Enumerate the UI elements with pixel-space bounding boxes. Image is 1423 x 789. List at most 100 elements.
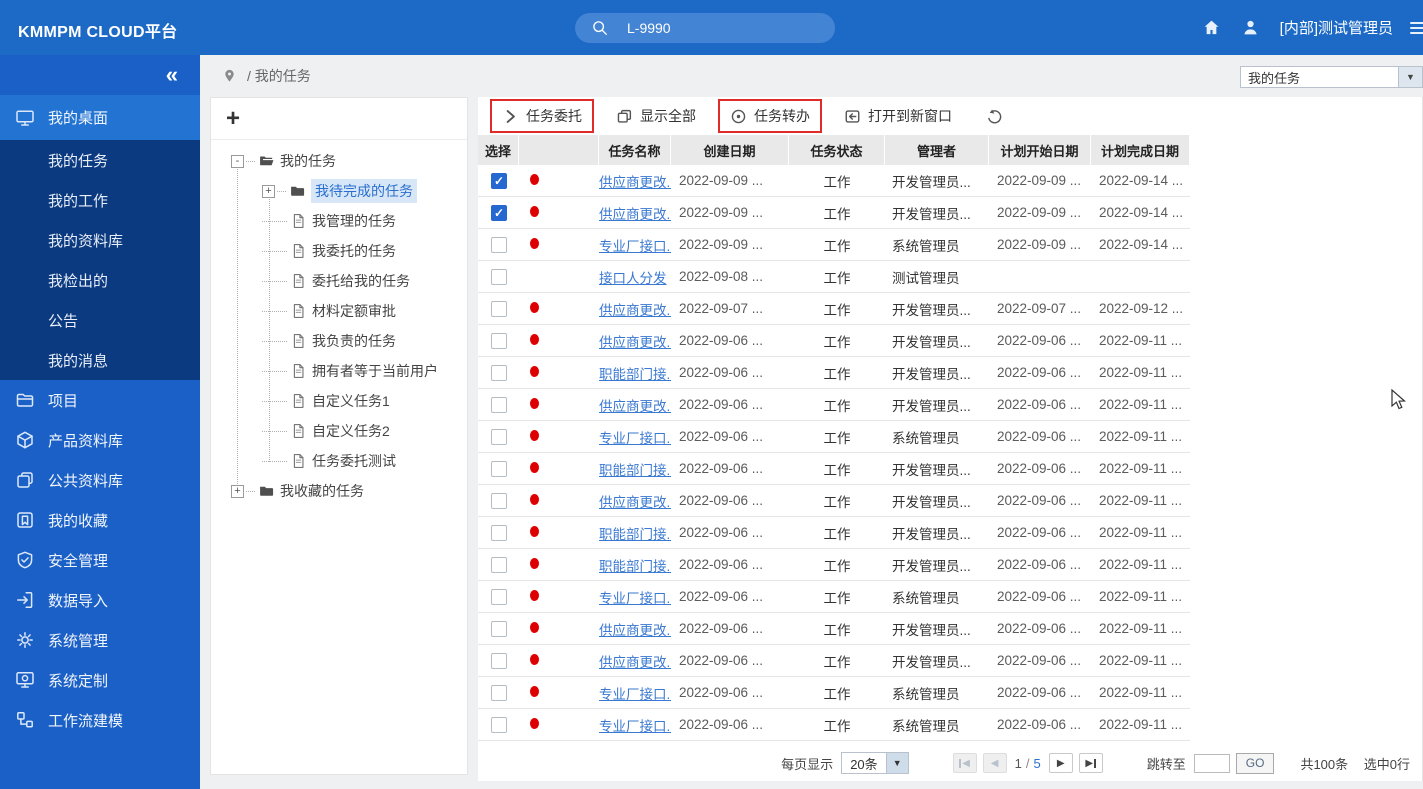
task-name-link[interactable]: 专业厂接口...: [599, 239, 671, 254]
undo-button[interactable]: [974, 101, 1015, 132]
col-plan-end[interactable]: 计划完成日期: [1091, 135, 1190, 165]
row-checkbox[interactable]: [491, 717, 507, 733]
tree-node[interactable]: 自定义任务1: [211, 386, 467, 416]
col-created[interactable]: 创建日期: [671, 135, 789, 165]
row-checkbox[interactable]: [491, 685, 507, 701]
last-page-button[interactable]: ▶: [1079, 753, 1103, 773]
tree-node[interactable]: 我委托的任务: [211, 236, 467, 266]
task-name-link[interactable]: 专业厂接口...: [599, 719, 671, 734]
task-name-link[interactable]: 供应商更改...: [599, 655, 671, 670]
row-checkbox[interactable]: [491, 301, 507, 317]
view-selector-dropdown[interactable]: 我的任务 ▼: [1240, 66, 1423, 88]
sidebar-item-monitor-gear[interactable]: 系统定制: [0, 660, 200, 700]
search-input[interactable]: L-9990: [627, 20, 671, 36]
task-name-link[interactable]: 专业厂接口...: [599, 591, 671, 606]
table-row: 职能部门接... 2022-09-06 ... 工作 开发管理员... 2022…: [478, 357, 1190, 389]
task-name-link[interactable]: 职能部门接...: [599, 367, 671, 382]
prev-page-button[interactable]: ◀: [983, 753, 1007, 773]
row-checkbox[interactable]: [491, 525, 507, 541]
sidebar-subitem-2[interactable]: 我的资料库: [0, 220, 200, 260]
tree-node[interactable]: + 我待完成的任务: [211, 176, 467, 206]
col-status[interactable]: 任务状态: [789, 135, 885, 165]
row-checkbox[interactable]: [491, 205, 507, 221]
col-plan-start[interactable]: 计划开始日期: [989, 135, 1091, 165]
task-name-link[interactable]: 职能部门接...: [599, 559, 671, 574]
sidebar-subitem-0[interactable]: 我的任务: [0, 140, 200, 180]
tree-node[interactable]: - 我的任务: [211, 146, 467, 176]
task-name-link[interactable]: 供应商更改...: [599, 303, 671, 318]
row-checkbox[interactable]: [491, 365, 507, 381]
sidebar-item-bookmark[interactable]: 我的收藏: [0, 500, 200, 540]
sidebar-item-workflow[interactable]: 工作流建模: [0, 700, 200, 740]
tree-node[interactable]: 委托给我的任务: [211, 266, 467, 296]
row-checkbox[interactable]: [491, 237, 507, 253]
tree-expander[interactable]: +: [231, 485, 244, 498]
task-name-link[interactable]: 接口人分发: [599, 271, 667, 286]
row-checkbox[interactable]: [491, 429, 507, 445]
collapse-left-icon[interactable]: «: [166, 64, 178, 86]
sidebar-item-shield[interactable]: 安全管理: [0, 540, 200, 580]
per-page-dropdown[interactable]: 20条 ▼: [841, 752, 908, 774]
row-checkbox[interactable]: [491, 269, 507, 285]
row-checkbox[interactable]: [491, 557, 507, 573]
row-checkbox[interactable]: [491, 333, 507, 349]
sidebar-item-stack[interactable]: 公共资料库: [0, 460, 200, 500]
task-name-link[interactable]: 供应商更改...: [599, 399, 671, 414]
next-page-button[interactable]: ▶: [1049, 753, 1073, 773]
sidebar-collapse[interactable]: «: [0, 55, 200, 95]
col-task-name[interactable]: 任务名称: [599, 135, 671, 165]
show-all-button[interactable]: 显示全部: [604, 99, 708, 133]
row-checkbox[interactable]: [491, 621, 507, 637]
chevron-down-icon[interactable]: ▼: [886, 753, 908, 773]
tree-node[interactable]: + 我收藏的任务: [211, 476, 467, 506]
task-name-link[interactable]: 职能部门接...: [599, 463, 671, 478]
sidebar-item-my-desktop[interactable]: 我的桌面: [0, 95, 200, 140]
task-transfer-button[interactable]: 任务转办: [718, 99, 822, 133]
sidebar-subitem-4[interactable]: 公告: [0, 300, 200, 340]
sidebar-subitem-1[interactable]: 我的工作: [0, 180, 200, 220]
task-name-link[interactable]: 职能部门接...: [599, 527, 671, 542]
username-label[interactable]: [内部]测试管理员: [1280, 17, 1393, 38]
task-name-link[interactable]: 供应商更改...: [599, 495, 671, 510]
col-select[interactable]: 选择: [478, 135, 519, 165]
sidebar-item-cube[interactable]: 产品资料库: [0, 420, 200, 460]
tree-node[interactable]: 材料定额审批: [211, 296, 467, 326]
row-checkbox[interactable]: [491, 397, 507, 413]
task-name-link[interactable]: 专业厂接口...: [599, 431, 671, 446]
task-delegate-button[interactable]: 任务委托: [490, 99, 594, 133]
tree-node[interactable]: 拥有者等于当前用户: [211, 356, 467, 386]
add-node-button[interactable]: +: [226, 107, 240, 131]
task-name-link[interactable]: 供应商更改...: [599, 207, 671, 222]
task-name-link[interactable]: 专业厂接口...: [599, 687, 671, 702]
sidebar-subitem-3[interactable]: 我检出的: [0, 260, 200, 300]
task-name-link[interactable]: 供应商更改...: [599, 335, 671, 350]
tree-expander[interactable]: -: [231, 155, 244, 168]
sidebar-item-gear[interactable]: 系统管理: [0, 620, 200, 660]
tree-node[interactable]: 我负责的任务: [211, 326, 467, 356]
user-icon[interactable]: [1241, 18, 1260, 37]
first-page-button[interactable]: ◀: [953, 753, 977, 773]
row-checkbox[interactable]: [491, 173, 507, 189]
global-search[interactable]: L-9990: [575, 13, 835, 43]
col-flag[interactable]: [519, 135, 599, 165]
row-checkbox[interactable]: [491, 493, 507, 509]
tree-node[interactable]: 我管理的任务: [211, 206, 467, 236]
task-name-link[interactable]: 供应商更改...: [599, 175, 671, 190]
chevron-down-icon[interactable]: ▼: [1398, 67, 1422, 87]
sidebar-item-project[interactable]: 项目: [0, 380, 200, 420]
row-checkbox[interactable]: [491, 461, 507, 477]
home-icon[interactable]: [1202, 18, 1221, 37]
task-name-link[interactable]: 供应商更改...: [599, 623, 671, 638]
sidebar-item-import[interactable]: 数据导入: [0, 580, 200, 620]
go-button[interactable]: GO: [1236, 753, 1275, 774]
row-checkbox[interactable]: [491, 589, 507, 605]
tree-node[interactable]: 任务委托测试: [211, 446, 467, 476]
tree-node[interactable]: 自定义任务2: [211, 416, 467, 446]
sidebar-subitem-5[interactable]: 我的消息: [0, 340, 200, 380]
tree-expander[interactable]: +: [262, 185, 275, 198]
hamburger-menu-icon[interactable]: [1408, 18, 1423, 38]
row-checkbox[interactable]: [491, 653, 507, 669]
col-manager[interactable]: 管理者: [885, 135, 989, 165]
open-new-window-button[interactable]: 打开到新窗口: [832, 99, 964, 133]
jump-page-input[interactable]: [1194, 754, 1230, 773]
